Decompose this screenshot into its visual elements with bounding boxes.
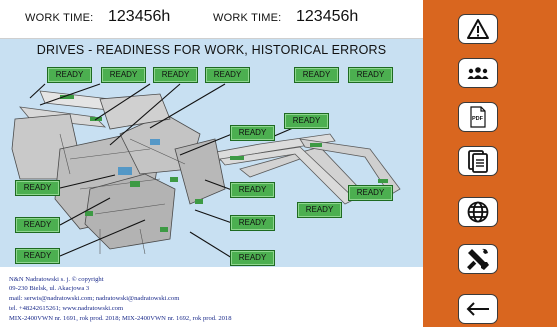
ready-indicator[interactable]: READY: [101, 67, 146, 83]
footer-line: tel. +48242615261; www.nadratowski.com: [9, 305, 124, 312]
footer-line: 09-230 Bielsk, ul. Akacjowa 3: [9, 285, 90, 292]
ready-indicator[interactable]: READY: [230, 182, 275, 198]
ready-indicator[interactable]: READY: [205, 67, 250, 83]
pdf-button[interactable]: PDF: [458, 102, 498, 132]
ready-indicator[interactable]: READY: [230, 215, 275, 231]
work-time-label: WORK TIME:: [25, 12, 94, 24]
ready-indicator[interactable]: READY: [294, 67, 339, 83]
warning-icon: [466, 18, 490, 40]
ready-indicator[interactable]: READY: [153, 67, 198, 83]
team-button[interactable]: [458, 58, 498, 88]
ready-indicator[interactable]: READY: [47, 67, 92, 83]
footer-line: mail: serwis@nadratowski.com; nadratowsk…: [9, 295, 180, 302]
footer-line: MIX-2400VWN nr. 1691, rok prod. 2018; MI…: [9, 315, 232, 322]
pdf-icon: PDF: [469, 106, 487, 128]
ready-indicator[interactable]: READY: [348, 185, 393, 201]
work-time-bar: WORK TIME: 123456h WORK TIME: 123456h: [0, 0, 423, 38]
back-arrow-icon: [465, 302, 491, 316]
language-button[interactable]: [458, 197, 498, 227]
work-time-label: WORK TIME:: [213, 12, 282, 24]
ready-indicator[interactable]: READY: [15, 217, 60, 233]
ready-indicator[interactable]: READY: [15, 248, 60, 264]
team-icon: [466, 65, 490, 81]
pdf-label: PDF: [472, 116, 483, 122]
tools-icon: [466, 247, 490, 271]
ready-indicator[interactable]: READY: [230, 250, 275, 266]
back-button[interactable]: [458, 294, 498, 324]
footer-line: N&N Nadratowski s. j. © copyright: [9, 276, 104, 283]
ready-indicator[interactable]: READY: [348, 67, 393, 83]
ready-indicator[interactable]: READY: [284, 113, 329, 129]
ready-indicator[interactable]: READY: [297, 202, 342, 218]
diagram-title: DRIVES - READINESS FOR WORK, HISTORICAL …: [36, 43, 387, 57]
work-time-value: 123456h: [108, 8, 171, 25]
ready-indicator[interactable]: READY: [15, 180, 60, 196]
ready-indicator[interactable]: READY: [230, 125, 275, 141]
globe-icon: [466, 200, 490, 224]
documents-button[interactable]: [458, 146, 498, 176]
documents-icon: [467, 149, 489, 173]
service-button[interactable]: [458, 244, 498, 274]
warning-button[interactable]: [458, 14, 498, 44]
work-time-value: 123456h: [296, 8, 359, 25]
main-panel: WORK TIME: 123456h WORK TIME: 123456h DR…: [0, 0, 423, 327]
company-footer: N&N Nadratowski s. j. © copyright 09-230…: [0, 267, 423, 327]
